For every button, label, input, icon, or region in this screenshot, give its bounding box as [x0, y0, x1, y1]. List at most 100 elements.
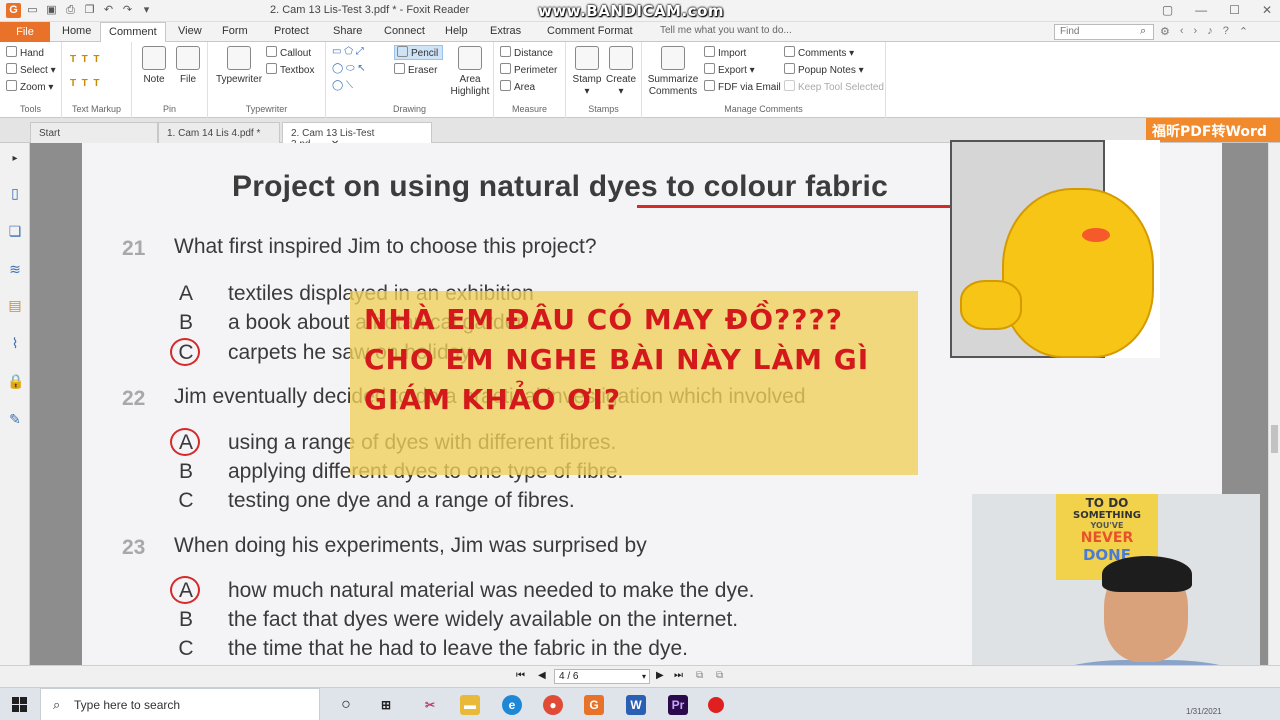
polygon-tools[interactable]: ◯ ⟍	[332, 80, 353, 91]
attachments-icon[interactable]: ⌇	[7, 335, 23, 351]
windows-start-icon[interactable]	[12, 697, 27, 712]
scroll-thumb[interactable]	[1271, 425, 1278, 453]
promo-banner[interactable]: 福昕PDF转Word	[1146, 118, 1280, 142]
tab-help[interactable]: Help	[445, 25, 468, 37]
hand-tool[interactable]: Hand	[6, 46, 44, 59]
layers-icon[interactable]: ≋	[7, 261, 23, 277]
tab-form[interactable]: Form	[222, 25, 248, 37]
tab-extras[interactable]: Extras	[490, 25, 521, 37]
perimeter-tool[interactable]: Perimeter	[500, 63, 557, 76]
edge-icon[interactable]: e	[502, 695, 522, 715]
file-button[interactable]: File	[174, 46, 202, 86]
select-tool[interactable]: Select ▾	[6, 63, 56, 76]
eraser-tool[interactable]: Eraser	[394, 63, 437, 76]
word-icon[interactable]: W	[626, 695, 646, 715]
tab-connect[interactable]: Connect	[384, 25, 425, 37]
tab-view[interactable]: View	[178, 25, 202, 37]
tell-me-search[interactable]: Tell me what you want to do...	[660, 25, 792, 36]
comments-panel-icon[interactable]: ▤	[7, 297, 23, 313]
textbox-button[interactable]: Textbox	[266, 63, 314, 76]
help-icon[interactable]: ?	[1223, 25, 1229, 38]
note-button[interactable]: Note	[140, 46, 168, 86]
area-tool[interactable]: Area	[500, 80, 535, 93]
fdf-email-button[interactable]: FDF via Email	[704, 80, 781, 93]
find-icon[interactable]: ⌕	[1140, 25, 1146, 38]
pen-annotation[interactable]	[637, 205, 957, 208]
highlight-icon[interactable]: T T T	[70, 54, 99, 65]
answer-circle[interactable]	[170, 576, 200, 604]
shape-tools[interactable]: ▭ ⬠ ⤢	[332, 46, 364, 57]
pages-icon[interactable]: ❏	[7, 223, 23, 239]
keep-tool-selected[interactable]: Keep Tool Selected	[784, 80, 884, 93]
task-view-icon[interactable]: ⊞	[376, 695, 396, 715]
new-window-icon[interactable]: ❐	[82, 3, 97, 18]
next-page-icon[interactable]: ▶	[656, 670, 664, 681]
popup-notes-dropdown[interactable]: Popup Notes ▾	[784, 63, 864, 76]
callout-button[interactable]: Callout	[266, 46, 311, 59]
summarize-comments-button[interactable]: Summarize Comments	[646, 46, 700, 98]
import-button[interactable]: Import	[704, 46, 746, 59]
zoom-tool[interactable]: Zoom ▾	[6, 80, 53, 93]
pencil-tool[interactable]: Pencil	[394, 45, 444, 60]
underline-icon[interactable]: T T T	[70, 78, 99, 89]
snipping-tool-icon[interactable]: ✂	[420, 695, 440, 715]
minimize-icon[interactable]: —	[1195, 3, 1207, 17]
chevron-down-icon[interactable]: ▾	[642, 670, 646, 683]
tab-file[interactable]: File	[0, 22, 50, 42]
answer-circle[interactable]	[170, 338, 200, 366]
vertical-scrollbar[interactable]	[1268, 143, 1280, 665]
export-button[interactable]: Export ▾	[704, 63, 755, 76]
area-highlight-button[interactable]: Area Highlight	[450, 46, 490, 98]
next-view-icon[interactable]: ⧉	[716, 670, 723, 681]
maximize-icon[interactable]: ☐	[1229, 3, 1240, 17]
expand-panel-icon[interactable]: ▸	[7, 151, 23, 167]
print-icon[interactable]: ⎙	[63, 3, 78, 18]
foxit-reader-icon[interactable]: G	[584, 695, 604, 715]
typewriter-button[interactable]: Typewriter	[212, 46, 266, 86]
tab-protect[interactable]: Protect	[274, 25, 309, 37]
file-explorer-icon[interactable]: ▬	[460, 695, 480, 715]
stamp-button[interactable]: Stamp ▾	[570, 46, 604, 98]
tab-comment[interactable]: Comment	[100, 22, 166, 43]
chrome-icon[interactable]: ●	[543, 695, 563, 715]
premiere-icon[interactable]: Pr	[668, 695, 688, 715]
notification-icon[interactable]: ♪	[1207, 25, 1213, 38]
previous-page-icon[interactable]: ◀	[538, 670, 546, 681]
back-icon[interactable]: ‹	[1180, 25, 1184, 38]
restore-ribbon-icon[interactable]: ▢	[1162, 3, 1173, 17]
last-page-icon[interactable]: ⏭	[674, 670, 683, 681]
bandicam-record-icon[interactable]	[708, 697, 724, 713]
option-text: the fact that dyes were widely available…	[228, 608, 739, 631]
area-icon	[500, 80, 511, 91]
tab-home[interactable]: Home	[62, 25, 91, 37]
tab-start[interactable]: Start	[30, 122, 158, 143]
previous-view-icon[interactable]: ⧉	[696, 670, 703, 681]
tab-share[interactable]: Share	[333, 25, 362, 37]
comments-dropdown[interactable]: Comments ▾	[784, 46, 854, 59]
answer-circle[interactable]	[170, 428, 200, 456]
redo-icon[interactable]: ↷	[120, 3, 135, 18]
save-icon[interactable]: ▣	[44, 3, 59, 18]
tab-doc-2[interactable]: 2. Cam 13 Lis-Test 3.pd...✕	[282, 122, 432, 150]
tab-comment-format[interactable]: Comment Format	[547, 25, 633, 37]
ellipse-tools[interactable]: ◯ ⬭ ↖	[332, 63, 366, 74]
bookmarks-icon[interactable]: ▯	[7, 185, 23, 201]
tab-doc-1[interactable]: 1. Cam 14 Lis 4.pdf *	[158, 122, 280, 143]
first-page-icon[interactable]: ⏮	[516, 670, 525, 681]
find-input[interactable]: Find	[1054, 24, 1154, 40]
create-stamp-button[interactable]: Create ▾	[604, 46, 638, 98]
taskbar-search[interactable]: ⌕ Type here to search	[40, 688, 320, 720]
forward-icon[interactable]: ›	[1194, 25, 1198, 38]
undo-icon[interactable]: ↶	[101, 3, 116, 18]
page-number-input[interactable]: 4 / 6 ▾	[554, 669, 650, 684]
close-icon[interactable]: ✕	[1262, 3, 1272, 17]
distance-tool[interactable]: Distance	[500, 46, 553, 59]
security-icon[interactable]: 🔒	[7, 373, 24, 389]
open-icon[interactable]: ▭	[25, 3, 40, 18]
settings-icon[interactable]: ⚙	[1160, 25, 1170, 38]
ribbon-collapse-icon[interactable]: ⌃	[1239, 25, 1248, 38]
dropdown-icon[interactable]: ▾	[139, 3, 154, 18]
cortana-icon[interactable]: ○	[336, 695, 356, 715]
stamp-icon	[575, 46, 599, 70]
signature-icon[interactable]: ✎	[7, 411, 23, 427]
